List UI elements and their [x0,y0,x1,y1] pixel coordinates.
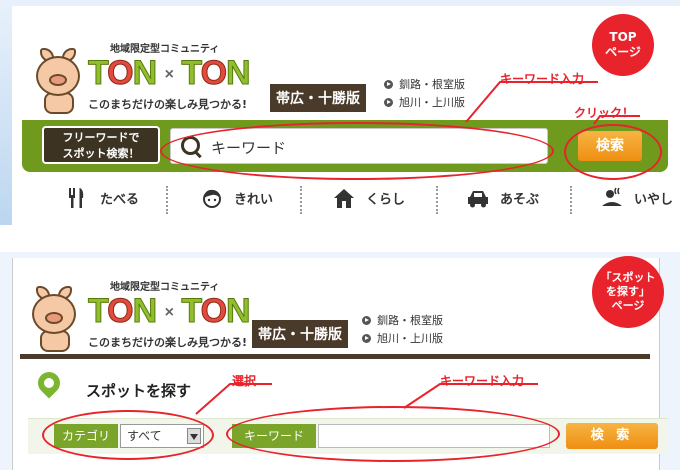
car-icon [466,186,490,210]
search-icon [181,136,201,156]
play-icon [362,334,371,343]
city-link[interactable]: 釧路・根室版 [362,312,443,330]
face-icon [200,186,224,210]
nav-divider [570,186,572,214]
nav-divider [300,186,302,214]
region-badge[interactable]: 帯広・十勝版 [252,320,348,348]
nav-divider [166,186,168,214]
play-icon [384,98,393,107]
category-select[interactable]: すべて [120,424,204,448]
keyword-input[interactable] [318,424,550,448]
city-link[interactable]: 釧路・根室版 [384,76,465,94]
page-title: スポットを探す [86,382,192,400]
search-input-value: キーワード [211,139,287,157]
pig-mascot-icon [36,48,84,118]
play-icon [362,316,371,325]
logo-tagline: このまちだけの楽しみ見つかる! [88,336,248,349]
nav-item-kirei[interactable]: きれい [200,186,273,214]
chevron-down-icon[interactable] [187,428,201,444]
city-links: 釧路・根室版 旭川・上川版 [384,76,465,112]
play-icon [384,80,393,89]
logo[interactable]: TON × TON [87,292,251,331]
nav-item-asobu[interactable]: あそぶ [466,186,539,214]
logo-subtitle: 地域限定型コミュニティ [110,282,220,293]
logo-subtitle: 地域限定型コミュニティ [110,44,220,55]
city-link[interactable]: 旭川・上川版 [362,330,443,348]
spot-page-badge: 「スポット を探す」 ページ [592,256,664,328]
category-nav: たべる きれい くらし あそぶ いやし [22,180,680,220]
keyword-annotation: キーワード入力 [500,72,585,86]
nav-item-iyashi[interactable]: いやし [600,186,673,214]
region-badge[interactable]: 帯広・十勝版 [270,84,366,112]
nav-item-taberu[interactable]: たべる [66,186,139,214]
search-button[interactable]: 検索 [578,131,642,161]
pig-mascot-icon [32,286,80,356]
header-divider [20,354,650,359]
fork-knife-icon [66,186,90,210]
city-link[interactable]: 旭川・上川版 [384,94,465,112]
search-button[interactable]: 検 索 [566,423,658,449]
onsen-icon [600,186,624,210]
top-page-badge: TOP ページ [592,14,654,76]
nav-divider [436,186,438,214]
free-word-label: フリーワードで スポット検索！ [42,126,160,164]
click-annotation: クリック！ [574,106,635,120]
select-annotation: 選択 [232,374,257,388]
nav-item-kurashi[interactable]: くらし [332,186,405,214]
logo[interactable]: TON × TON [87,54,251,93]
keyword-label: キーワード [232,424,316,448]
search-input[interactable]: キーワード [170,128,548,164]
city-links: 釧路・根室版 旭川・上川版 [362,312,443,348]
keyword-annotation: キーワード入力 [440,374,525,388]
logo-tagline: このまちだけの楽しみ見つかる! [88,98,248,111]
search-bar: フリーワードで スポット検索！ キーワード 検索 [22,120,668,172]
house-icon [332,186,356,210]
category-label: カテゴリ [54,424,118,448]
